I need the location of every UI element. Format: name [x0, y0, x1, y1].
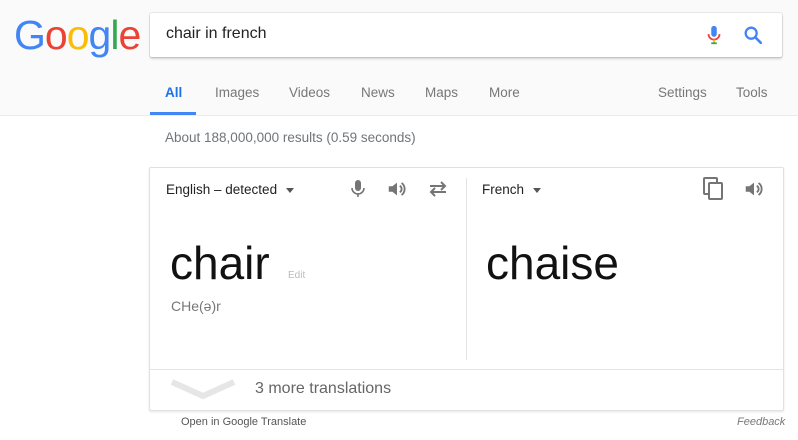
search-tabs: All Images Videos News Maps More Setting…: [0, 77, 798, 115]
more-translations-link[interactable]: 3 more translations: [255, 380, 391, 398]
tab-news[interactable]: News: [361, 85, 395, 100]
tab-videos[interactable]: Videos: [289, 85, 330, 100]
swap-icon[interactable]: [427, 179, 449, 199]
source-language-select[interactable]: English – detected: [166, 182, 295, 197]
header-bar: Google chair in french All Images Videos…: [0, 0, 798, 116]
source-language-label: English – detected: [166, 182, 278, 197]
google-logo[interactable]: Google: [14, 11, 141, 59]
search-input[interactable]: chair in french: [166, 25, 267, 43]
source-text[interactable]: chair: [170, 236, 270, 290]
translate-card: English – detected French chair Edit CHe…: [149, 167, 784, 411]
pronunciation-text: CHe(ə)r: [171, 298, 221, 314]
card-divider: [150, 369, 783, 370]
copy-icon[interactable]: [703, 177, 725, 201]
chevron-down-icon: [286, 187, 295, 193]
logo-letter: g: [88, 12, 112, 58]
open-in-translate-link[interactable]: Open in Google Translate: [181, 416, 306, 428]
active-tab-indicator: [150, 112, 196, 115]
tab-more[interactable]: More: [489, 85, 520, 100]
logo-letter: G: [14, 12, 46, 58]
speaker-icon[interactable]: [386, 178, 408, 200]
tab-images[interactable]: Images: [215, 85, 259, 100]
tab-settings[interactable]: Settings: [658, 85, 707, 100]
logo-letter: e: [118, 12, 141, 58]
target-language-label: French: [482, 182, 525, 197]
target-language-select[interactable]: French: [482, 182, 542, 197]
logo-letter: l: [110, 12, 119, 58]
speaker-icon[interactable]: [743, 178, 765, 200]
logo-letter: o: [44, 12, 68, 58]
tab-tools[interactable]: Tools: [736, 85, 768, 100]
mic-icon[interactable]: [350, 179, 366, 199]
edit-link[interactable]: Edit: [288, 270, 305, 281]
feedback-link[interactable]: Feedback: [737, 416, 785, 428]
translated-text: chaise: [486, 237, 619, 289]
chevron-down-icon[interactable]: [170, 378, 236, 400]
chevron-down-icon: [533, 187, 542, 193]
logo-letter: o: [66, 12, 90, 58]
tab-all[interactable]: All: [165, 85, 182, 100]
translate-column-divider: [466, 178, 467, 360]
mic-icon[interactable]: [703, 24, 725, 46]
search-icon[interactable]: [742, 24, 764, 46]
search-box[interactable]: chair in french: [150, 13, 782, 57]
result-stats: About 188,000,000 results (0.59 seconds): [165, 130, 416, 145]
tab-maps[interactable]: Maps: [425, 85, 458, 100]
